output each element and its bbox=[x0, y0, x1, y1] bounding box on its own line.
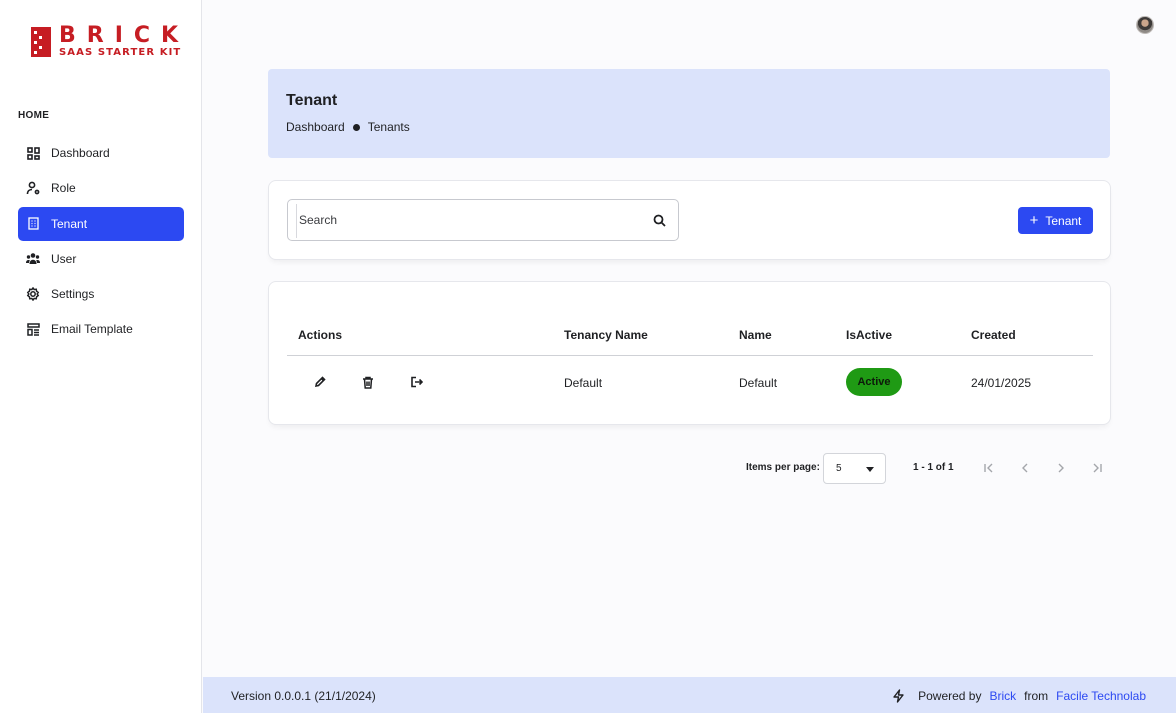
page-header: Tenant Dashboard Tenants bbox=[268, 69, 1110, 158]
sidebar-item-user[interactable]: User bbox=[18, 242, 184, 276]
caret-down-icon bbox=[866, 467, 874, 472]
column-header-tenancy-name[interactable]: Tenancy Name bbox=[564, 328, 648, 342]
role-icon bbox=[26, 181, 40, 195]
column-header-actions[interactable]: Actions bbox=[298, 328, 342, 342]
add-tenant-button[interactable]: + Tenant bbox=[1018, 207, 1093, 234]
sidebar-item-role[interactable]: Role bbox=[18, 171, 184, 205]
breadcrumb-dashboard[interactable]: Dashboard bbox=[286, 120, 345, 134]
logo-subtitle: SAAS STARTER KIT bbox=[59, 47, 182, 58]
nav-section-heading: HOME bbox=[18, 110, 50, 121]
breadcrumb: Dashboard Tenants bbox=[286, 120, 410, 134]
powered-by-text: Powered by bbox=[918, 689, 982, 703]
sidebar-item-tenant[interactable]: Tenant bbox=[18, 206, 184, 241]
search-field bbox=[287, 199, 679, 241]
search-input[interactable] bbox=[288, 200, 640, 240]
plus-icon: + bbox=[1029, 212, 1039, 229]
tenant-table: Actions Tenancy Name Name IsActive Creat… bbox=[268, 281, 1111, 425]
page-title: Tenant bbox=[286, 92, 338, 109]
items-per-page-select[interactable]: 5 bbox=[823, 453, 886, 484]
logo-word: BRICK bbox=[59, 23, 190, 48]
sidebar-item-dashboard[interactable]: Dashboard bbox=[18, 136, 184, 170]
column-header-created[interactable]: Created bbox=[971, 328, 1016, 342]
previous-page-icon[interactable] bbox=[1017, 460, 1033, 476]
footer: Version 0.0.0.1 (21/1/2024) Powered by B… bbox=[203, 677, 1176, 713]
lightning-icon bbox=[892, 689, 905, 703]
items-per-page-value: 5 bbox=[836, 463, 842, 474]
sidebar-item-label: Dashboard bbox=[51, 146, 110, 160]
cell-created: 24/01/2025 bbox=[971, 376, 1032, 390]
delete-icon[interactable] bbox=[360, 374, 376, 390]
sidebar-item-label: User bbox=[51, 251, 77, 266]
sidebar-item-label: Email Template bbox=[51, 322, 133, 337]
version-text: Version 0.0.0.1 (21/1/2024) bbox=[231, 689, 376, 703]
status-badge: Active bbox=[846, 368, 902, 396]
sidebar-item-settings[interactable]: Settings bbox=[18, 277, 184, 311]
sidebar-item-email-template[interactable]: Email Template bbox=[18, 312, 184, 346]
login-as-tenant-icon[interactable] bbox=[408, 374, 424, 390]
brick-logo-icon bbox=[30, 26, 52, 58]
sidebar-item-label: Tenant bbox=[51, 216, 88, 231]
dashboard-icon bbox=[26, 146, 40, 160]
cell-tenancy-name: Default bbox=[564, 376, 603, 390]
sidebar-item-label: Settings bbox=[51, 287, 95, 302]
user-avatar[interactable] bbox=[1136, 16, 1154, 34]
users-icon bbox=[26, 252, 40, 266]
email-template-icon bbox=[26, 322, 40, 336]
search-field-divider bbox=[296, 204, 297, 238]
first-page-icon[interactable] bbox=[981, 460, 997, 476]
brick-logo[interactable]: BRICK SAAS STARTER KIT bbox=[30, 23, 190, 58]
sidebar: BRICK SAAS STARTER KIT HOME Dashboard Ro… bbox=[0, 0, 202, 713]
cell-name: Default bbox=[739, 376, 778, 390]
facile-technolab-link[interactable]: Facile Technolab bbox=[1056, 689, 1146, 703]
sidebar-item-label: Role bbox=[51, 181, 76, 196]
search-icon[interactable] bbox=[640, 200, 678, 240]
building-icon bbox=[26, 217, 40, 231]
last-page-icon[interactable] bbox=[1089, 460, 1105, 476]
column-header-isactive[interactable]: IsActive bbox=[846, 328, 892, 342]
brick-link[interactable]: Brick bbox=[989, 689, 1016, 703]
items-per-page-label: Items per page: bbox=[746, 462, 820, 473]
powered-by: Powered by Brick from Facile Technolab bbox=[892, 689, 1146, 703]
edit-icon[interactable] bbox=[312, 374, 328, 390]
breadcrumb-separator-icon bbox=[352, 123, 360, 131]
header-divider bbox=[287, 355, 1093, 356]
search-toolbar: + Tenant bbox=[268, 180, 1111, 260]
pagination-range: 1 - 1 of 1 bbox=[913, 462, 954, 473]
sidebar-nav: Dashboard Role Tenant User Settings Emai… bbox=[18, 136, 184, 348]
breadcrumb-tenants: Tenants bbox=[367, 120, 410, 134]
add-tenant-label: Tenant bbox=[1045, 213, 1082, 228]
gear-icon bbox=[26, 287, 40, 302]
column-header-name[interactable]: Name bbox=[739, 328, 772, 342]
from-text: from bbox=[1024, 689, 1049, 703]
next-page-icon[interactable] bbox=[1053, 460, 1069, 476]
